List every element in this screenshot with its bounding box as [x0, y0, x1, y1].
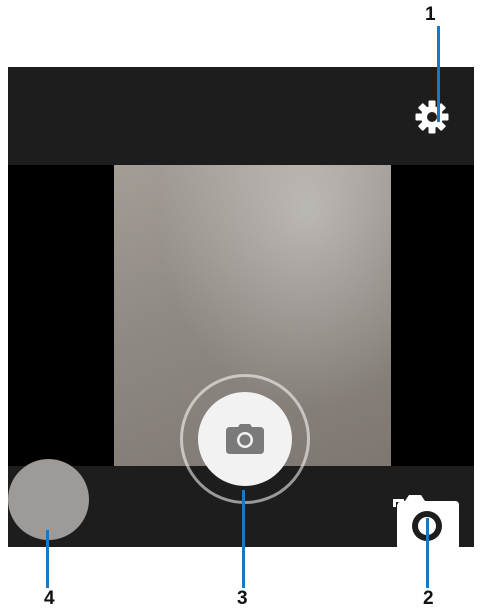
- shutter-button[interactable]: [198, 392, 292, 486]
- callout-line-4: [46, 530, 49, 588]
- callout-line-1: [437, 26, 440, 122]
- camera-icon: [226, 424, 264, 454]
- gallery-thumbnail[interactable]: [8, 459, 89, 540]
- settings-button[interactable]: [410, 95, 454, 139]
- gear-icon: [415, 100, 449, 134]
- camera-screen: [8, 67, 474, 547]
- top-bar: [8, 67, 474, 165]
- callout-line-3: [242, 490, 245, 588]
- callout-line-2: [426, 518, 429, 588]
- callout-1: 1: [425, 4, 436, 25]
- callout-3: 3: [237, 588, 248, 609]
- callout-2: 2: [423, 588, 434, 609]
- callout-4: 4: [44, 588, 55, 609]
